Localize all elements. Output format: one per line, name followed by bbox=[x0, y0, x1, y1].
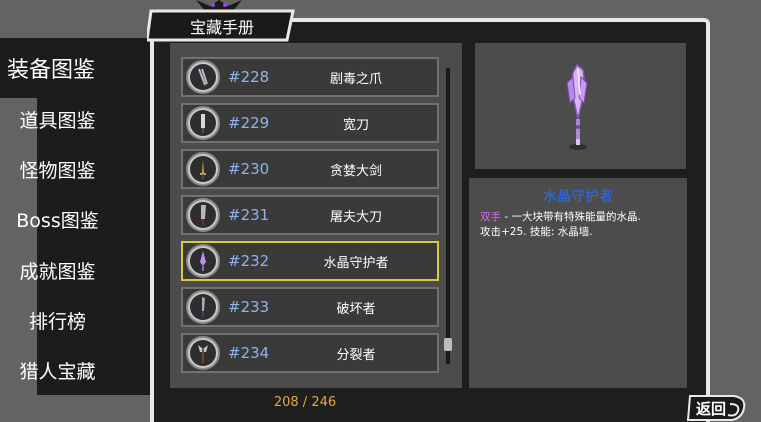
tab-hunter-treasure[interactable]: 猎人宝藏 bbox=[0, 348, 115, 392]
item-number: #230 bbox=[228, 160, 270, 178]
claw-icon bbox=[186, 60, 220, 94]
item-name: 破坏者 bbox=[336, 301, 376, 317]
list-item[interactable]: #234 分裂者 bbox=[181, 333, 439, 373]
tab-boss-codex[interactable]: Boss图鉴 bbox=[0, 197, 115, 241]
tab-achievement-codex[interactable]: 成就图鉴 bbox=[0, 248, 115, 292]
detail-item-name: 水晶守护者 bbox=[543, 189, 613, 205]
page-title: 宝藏手册 bbox=[147, 9, 297, 42]
splitter-axe-icon bbox=[186, 336, 220, 370]
back-button-label: 返回 bbox=[696, 400, 727, 418]
item-name: 贪婪大剑 bbox=[329, 163, 382, 179]
collection-counter: 208 / 246 bbox=[273, 395, 337, 410]
hand-type-tag: 双手 bbox=[480, 211, 501, 223]
equipment-list-panel: #228 剧毒之爪 #229 宽刀 #230 贪婪大剑 #231 屠夫大刀 #2… bbox=[170, 43, 462, 388]
breaker-icon bbox=[186, 290, 220, 324]
list-item[interactable]: #228 剧毒之爪 bbox=[181, 57, 439, 97]
list-scrollbar-thumb[interactable] bbox=[444, 338, 452, 351]
broad-blade-icon bbox=[186, 106, 220, 140]
item-preview-panel bbox=[475, 43, 686, 169]
item-number: #233 bbox=[228, 298, 270, 316]
item-name: 剧毒之爪 bbox=[329, 71, 382, 87]
list-item[interactable]: #230 贪婪大剑 bbox=[181, 149, 439, 189]
item-name: 宽刀 bbox=[342, 117, 369, 133]
list-item[interactable]: #231 屠夫大刀 bbox=[181, 195, 439, 235]
item-number: #234 bbox=[228, 344, 270, 362]
cleaver-icon bbox=[186, 198, 220, 232]
description-line-1: - 一大块带有特殊能量的水晶. bbox=[501, 211, 641, 223]
page-title-text: 宝藏手册 bbox=[189, 17, 254, 37]
crystal-sword-icon bbox=[186, 244, 220, 278]
item-number: #229 bbox=[228, 114, 270, 132]
tab-item-codex[interactable]: 道具图鉴 bbox=[0, 97, 115, 141]
item-number: #231 bbox=[228, 206, 270, 224]
item-name: 水晶守护者 bbox=[323, 255, 389, 271]
item-number: #228 bbox=[228, 68, 270, 86]
tab-monster-codex[interactable]: 怪物图鉴 bbox=[0, 147, 115, 191]
item-name: 屠夫大刀 bbox=[329, 209, 382, 225]
back-button[interactable]: 返回 bbox=[686, 394, 750, 422]
detail-description: 双手 - 一大块带有特殊能量的水晶. 攻击+25. 技能: 水晶墙. bbox=[480, 210, 680, 240]
item-name: 分裂者 bbox=[336, 347, 376, 363]
greatsword-icon bbox=[186, 152, 220, 186]
tab-leaderboard[interactable]: 排行榜 bbox=[0, 298, 115, 342]
list-item-selected[interactable]: #232 水晶守护者 bbox=[181, 241, 439, 281]
description-line-2: 攻击+25. 技能: 水晶墙. bbox=[480, 226, 593, 238]
list-item[interactable]: #229 宽刀 bbox=[181, 103, 439, 143]
crystal-sword-icon bbox=[566, 63, 588, 150]
tab-equipment-codex[interactable]: 装备图鉴 bbox=[0, 38, 115, 98]
list-item[interactable]: #233 破坏者 bbox=[181, 287, 439, 327]
item-detail-panel: 水晶守护者 双手 - 一大块带有特殊能量的水晶. 攻击+25. 技能: 水晶墙. bbox=[469, 178, 687, 388]
item-number: #232 bbox=[228, 252, 270, 270]
list-scrollbar[interactable] bbox=[446, 68, 450, 364]
